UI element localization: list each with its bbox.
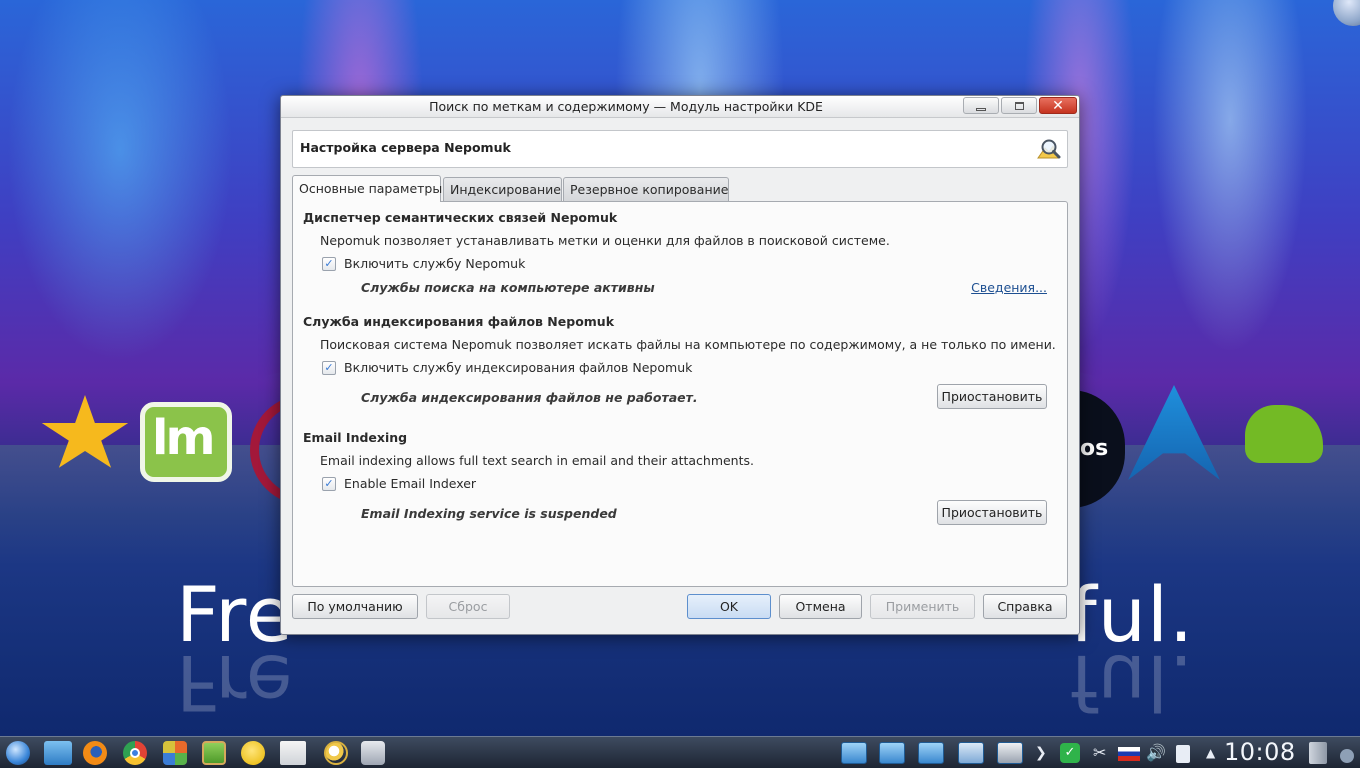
keyboard-layout-flag-icon[interactable] bbox=[1118, 747, 1140, 761]
suspend-file-indexing-button[interactable]: Приостановить bbox=[937, 384, 1047, 409]
tray-arrow-up-icon[interactable]: ▲ bbox=[1206, 743, 1215, 763]
apply-button[interactable]: Применить bbox=[870, 594, 975, 619]
tab-panel-general: Диспетчер семантических связей Nepomuk N… bbox=[292, 201, 1068, 587]
system-settings-icon[interactable] bbox=[163, 741, 187, 765]
kde-settings-window: Поиск по меткам и содержимому — Модуль н… bbox=[280, 95, 1080, 635]
tab-indexing[interactable]: Индексирование bbox=[443, 177, 562, 202]
tab-backup[interactable]: Резервное копирование bbox=[563, 177, 729, 202]
enable-nepomuk-checkbox[interactable]: ✓ bbox=[322, 256, 336, 271]
taskbar: ❯ ✓ ✂ 🔊 ▲ 10:08 bbox=[0, 736, 1360, 768]
clock[interactable]: 10:08 bbox=[1224, 738, 1296, 766]
window-titlebar[interactable]: Поиск по меткам и содержимому — Модуль н… bbox=[281, 96, 1079, 118]
status-semantic: Службы поиска на компьютере активны bbox=[361, 280, 655, 295]
search-magnifier-icon bbox=[1037, 139, 1061, 159]
opensuse-logo bbox=[1245, 405, 1323, 463]
enable-nepomuk-checkbox-row[interactable]: ✓ Включить службу Nepomuk bbox=[322, 256, 525, 271]
settings-task-icon[interactable] bbox=[997, 742, 1023, 764]
task-window-1-icon[interactable] bbox=[841, 742, 867, 764]
chrome-icon[interactable] bbox=[123, 741, 147, 765]
maximize-icon bbox=[1014, 101, 1024, 110]
enable-email-indexer-checkbox[interactable]: ✓ bbox=[322, 476, 336, 491]
panel-corner-icon[interactable] bbox=[1340, 749, 1354, 763]
module-header: Настройка сервера Nepomuk bbox=[292, 130, 1068, 168]
defaults-button[interactable]: По умолчанию bbox=[292, 594, 418, 619]
maximize-button[interactable] bbox=[1001, 97, 1037, 114]
cancel-button[interactable]: Отмена bbox=[779, 594, 862, 619]
mail-icon[interactable] bbox=[280, 741, 306, 765]
section-title-file-indexing: Служба индексирования файлов Nepomuk bbox=[303, 314, 615, 329]
screenshot-tool-icon[interactable] bbox=[361, 741, 385, 765]
enable-file-indexing-label: Включить службу индексирования файлов Ne… bbox=[344, 360, 693, 375]
section-description-file-indexing: Поисковая система Nepomuk позволяет иска… bbox=[320, 337, 1056, 352]
close-button[interactable]: ✕ bbox=[1039, 97, 1077, 114]
desktop-corner-cashew[interactable] bbox=[1333, 0, 1360, 26]
enable-file-indexing-checkbox[interactable]: ✓ bbox=[322, 360, 336, 375]
close-icon: ✕ bbox=[1052, 97, 1064, 114]
reset-button[interactable]: Сброс bbox=[426, 594, 510, 619]
ok-button[interactable]: OK bbox=[687, 594, 771, 619]
clipboard-scissors-icon[interactable]: ✂ bbox=[1093, 743, 1106, 763]
status-email-indexing: Email Indexing service is suspended bbox=[361, 506, 617, 521]
tab-general[interactable]: Основные параметры bbox=[292, 175, 442, 202]
chrome-icon-center bbox=[130, 748, 140, 758]
firefox-icon[interactable] bbox=[83, 741, 107, 765]
status-file-indexing: Служба индексирования файлов не работает… bbox=[361, 390, 698, 405]
module-header-title: Настройка сервера Nepomuk bbox=[300, 140, 511, 155]
linux-mint-logo-letters: lm bbox=[152, 410, 215, 466]
enable-email-indexer-checkbox-row[interactable]: ✓ Enable Email Indexer bbox=[322, 476, 476, 491]
enable-nepomuk-label: Включить службу Nepomuk bbox=[344, 256, 526, 271]
trash-icon[interactable] bbox=[1309, 742, 1327, 764]
help-button[interactable]: Справка bbox=[983, 594, 1067, 619]
minimize-icon bbox=[976, 107, 986, 111]
pager-icon[interactable] bbox=[958, 742, 984, 764]
details-link[interactable]: Сведения... bbox=[971, 280, 1047, 295]
notes-icon[interactable] bbox=[202, 741, 226, 765]
minimize-button[interactable] bbox=[963, 97, 999, 114]
suspend-email-indexing-button[interactable]: Приостановить bbox=[937, 500, 1047, 525]
battery-icon[interactable] bbox=[1176, 745, 1190, 763]
slogan-left-reflection: Fre bbox=[176, 638, 294, 727]
slogan-right-reflection: ful. bbox=[1070, 638, 1195, 727]
section-title-email-indexing: Email Indexing bbox=[303, 430, 408, 445]
enable-file-indexing-checkbox-row[interactable]: ✓ Включить службу индексирования файлов … bbox=[322, 360, 692, 375]
section-title-semantic: Диспетчер семантических связей Nepomuk bbox=[303, 210, 618, 225]
tray-expand-icon[interactable]: ❯ bbox=[1035, 743, 1047, 763]
volume-icon[interactable]: 🔊 bbox=[1146, 743, 1166, 763]
section-description-email-indexing: Email indexing allows full text search i… bbox=[320, 453, 754, 468]
tray-shield-check-icon[interactable]: ✓ bbox=[1060, 743, 1080, 763]
section-description-semantic: Nepomuk позволяет устанавливать метки и … bbox=[320, 233, 890, 248]
task-window-3-icon[interactable] bbox=[918, 742, 944, 764]
application-launcher-icon[interactable] bbox=[6, 741, 30, 765]
dark-distro-logo-text: os bbox=[1080, 436, 1109, 461]
chat-icon[interactable] bbox=[241, 741, 265, 765]
task-window-2-icon[interactable] bbox=[879, 742, 905, 764]
desktop-search-icon[interactable] bbox=[324, 741, 348, 765]
file-manager-icon[interactable] bbox=[44, 741, 72, 765]
enable-email-indexer-label: Enable Email Indexer bbox=[344, 476, 477, 491]
window-title: Поиск по меткам и содержимому — Модуль н… bbox=[429, 99, 823, 114]
